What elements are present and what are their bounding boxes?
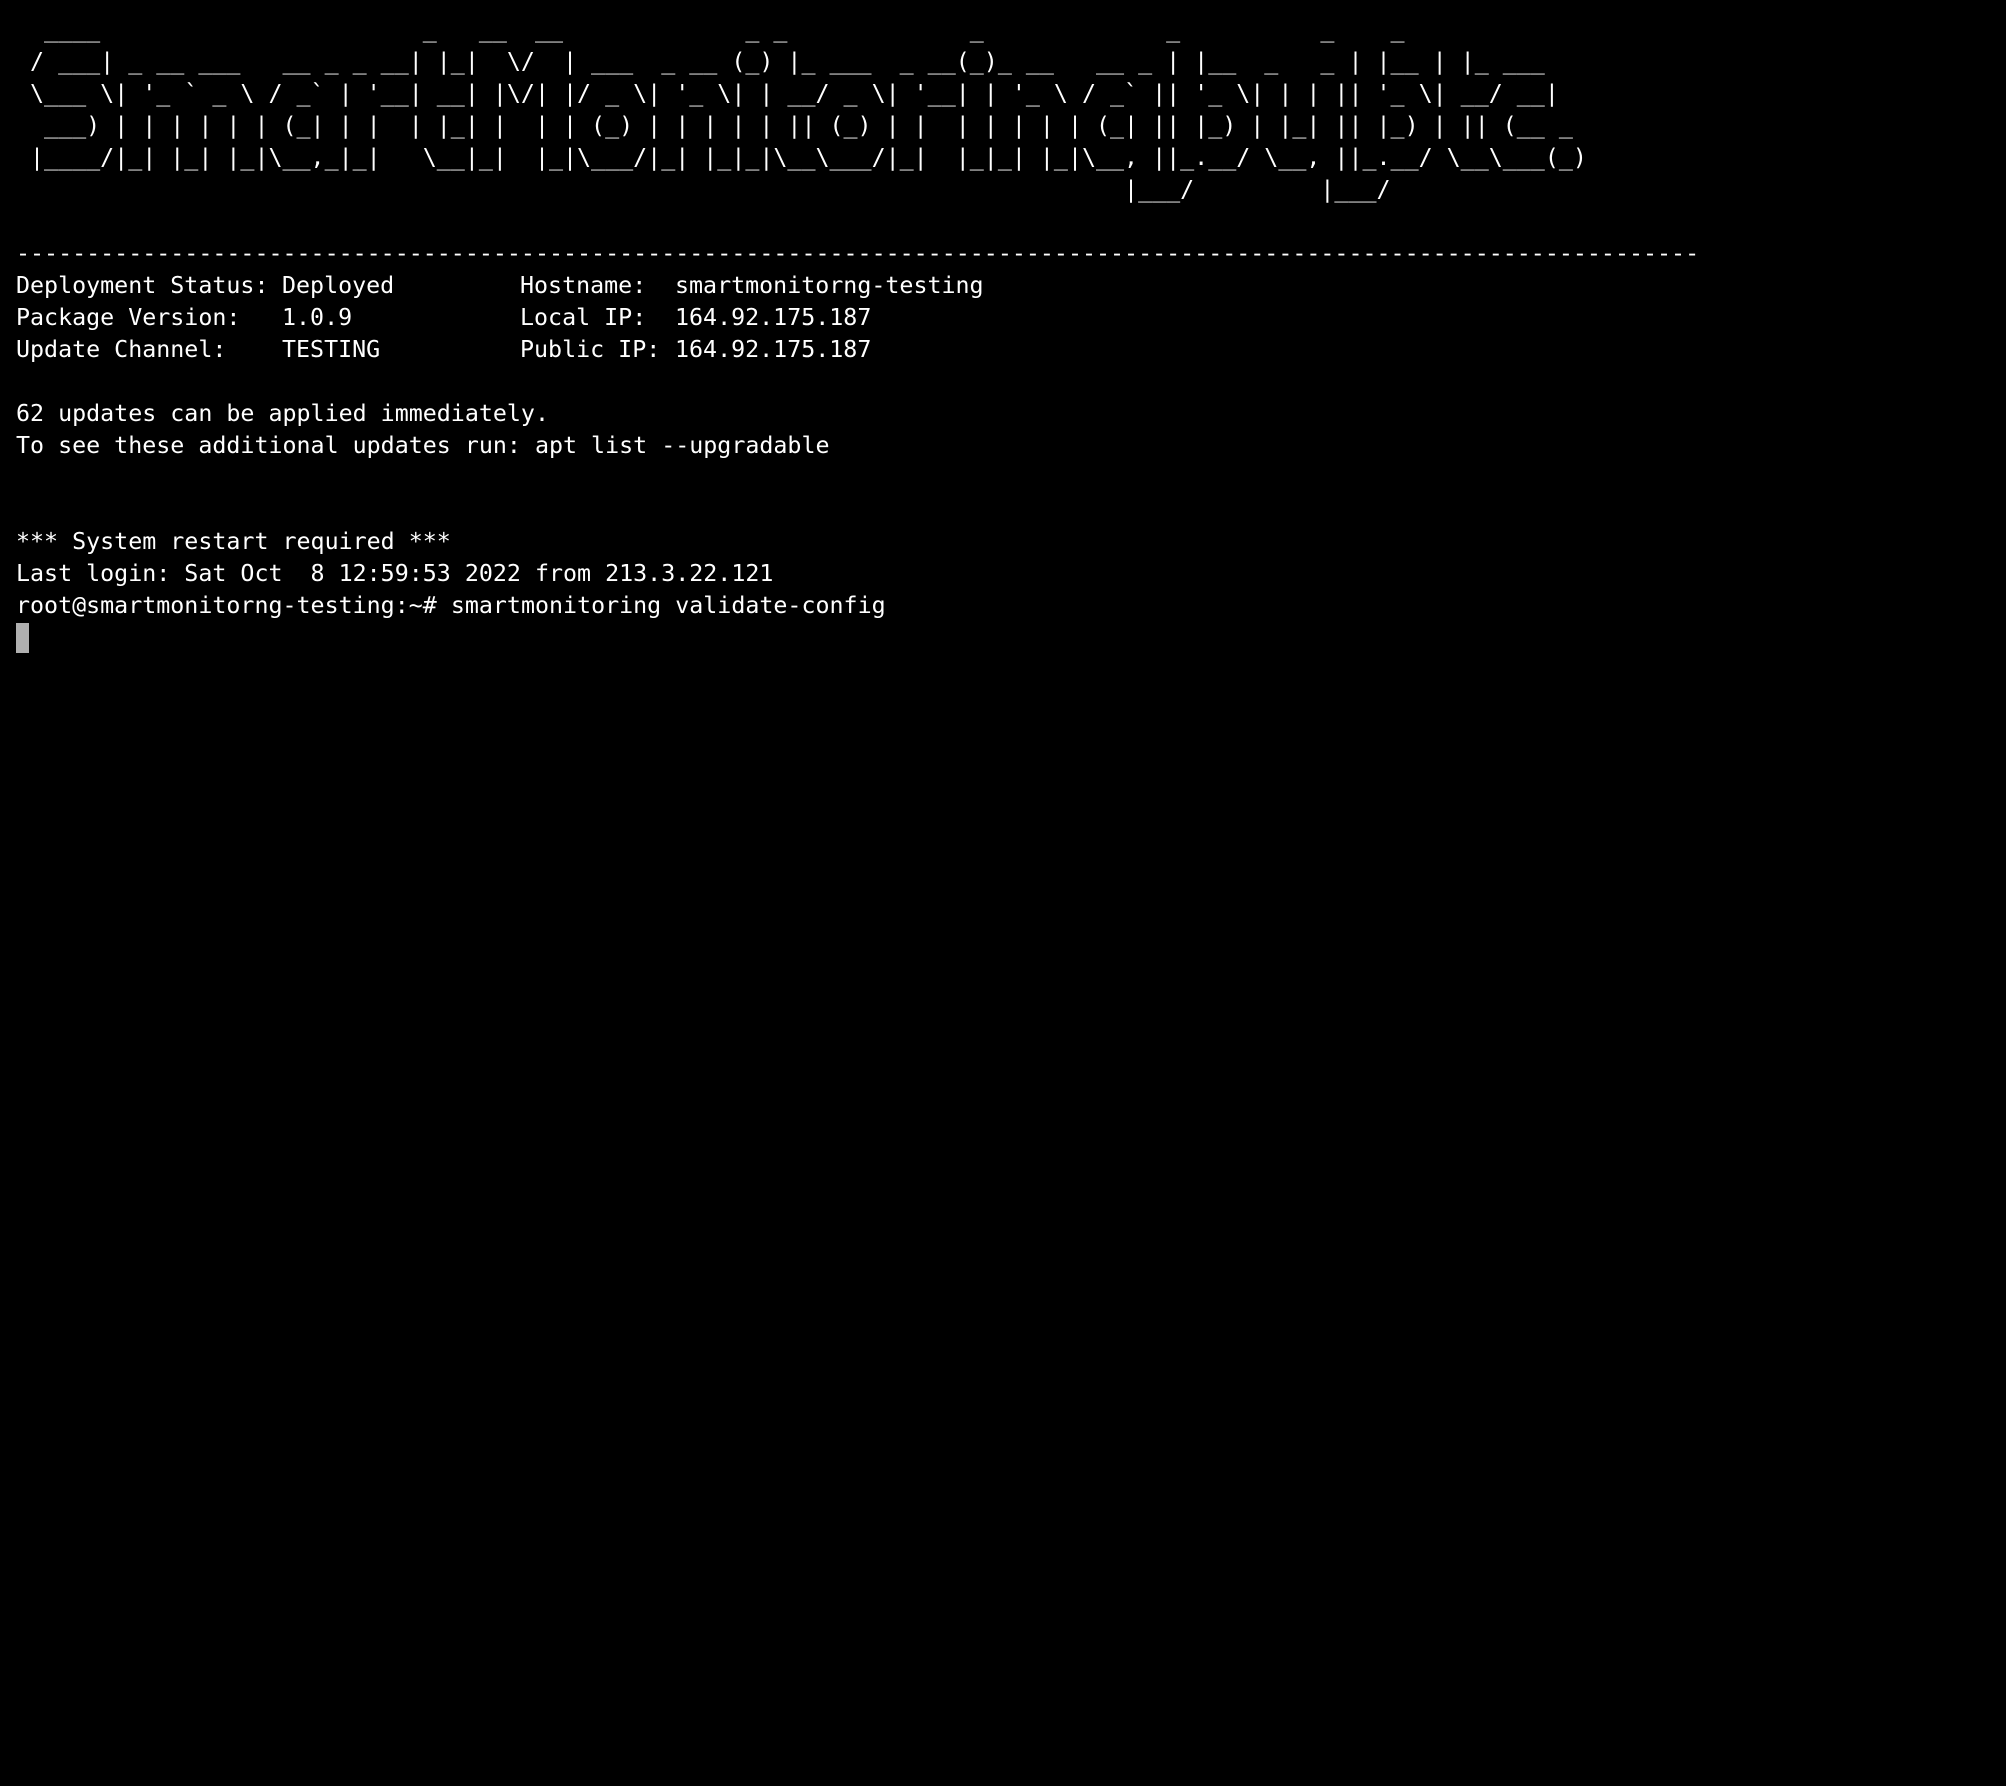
command-text: smartmonitoring validate-config bbox=[450, 592, 886, 619]
info-row: Deployment Status: Deployed Hostname: sm… bbox=[16, 270, 1990, 302]
hostname-label: Hostname: bbox=[520, 272, 647, 299]
public-ip-label: Public IP: bbox=[520, 336, 661, 363]
shell-prompt: root@smartmonitorng-testing:~# bbox=[16, 592, 437, 619]
separator-line: ----------------------------------------… bbox=[16, 240, 1700, 267]
local-ip-value: 164.92.175.187 bbox=[675, 304, 872, 331]
local-ip-label: Local IP: bbox=[520, 304, 647, 331]
updates-count-line: 62 updates can be applied immediately. bbox=[16, 400, 549, 427]
banner-line: |____/|_| |_| |_|\__,_|_| \__|_| |_|\___… bbox=[16, 144, 1587, 171]
banner-line: \___ \| '_ ` _ \ / _` | '__| __| |\/| |/… bbox=[16, 80, 1559, 107]
terminal-cursor[interactable] bbox=[16, 623, 29, 653]
updates-hint-line: To see these additional updates run: apt… bbox=[16, 432, 830, 459]
deployment-status-value: Deployed bbox=[282, 272, 395, 299]
terminal-window[interactable]: ____ _ __ __ _ _ _ _ _ _ / ___| _ __ ___… bbox=[16, 14, 1990, 1774]
package-version-label: Package Version: bbox=[16, 304, 241, 331]
hostname-value: smartmonitorng-testing bbox=[675, 272, 984, 299]
package-version-value: 1.0.9 bbox=[282, 304, 353, 331]
restart-notice: *** System restart required *** bbox=[16, 528, 451, 555]
banner-line: |___/ |___/ bbox=[16, 176, 1391, 203]
last-login-line: Last login: Sat Oct 8 12:59:53 2022 from… bbox=[16, 560, 774, 587]
deployment-status-label: Deployment Status: bbox=[16, 272, 269, 299]
ascii-banner: ____ _ __ __ _ _ _ _ _ _ / ___| _ __ ___… bbox=[16, 14, 1990, 206]
cursor-line bbox=[16, 622, 1990, 654]
update-channel-value: TESTING bbox=[282, 336, 381, 363]
info-row: Package Version: 1.0.9 Local IP: 164.92.… bbox=[16, 302, 1990, 334]
command-line: root@smartmonitorng-testing:~# smartmoni… bbox=[16, 590, 1990, 622]
info-row: Update Channel: TESTING Public IP: 164.9… bbox=[16, 334, 1990, 366]
banner-line: / ___| _ __ ___ __ _ _ __| |_| \/ | ___ … bbox=[16, 48, 1545, 75]
update-channel-label: Update Channel: bbox=[16, 336, 227, 363]
public-ip-value: 164.92.175.187 bbox=[675, 336, 872, 363]
system-info: Deployment Status: Deployed Hostname: sm… bbox=[16, 270, 1990, 366]
banner-line: ___) | | | | | | (_| | | | |_| | | | (_)… bbox=[16, 112, 1573, 139]
banner-line: ____ _ __ __ _ _ _ _ _ _ bbox=[16, 16, 1405, 43]
